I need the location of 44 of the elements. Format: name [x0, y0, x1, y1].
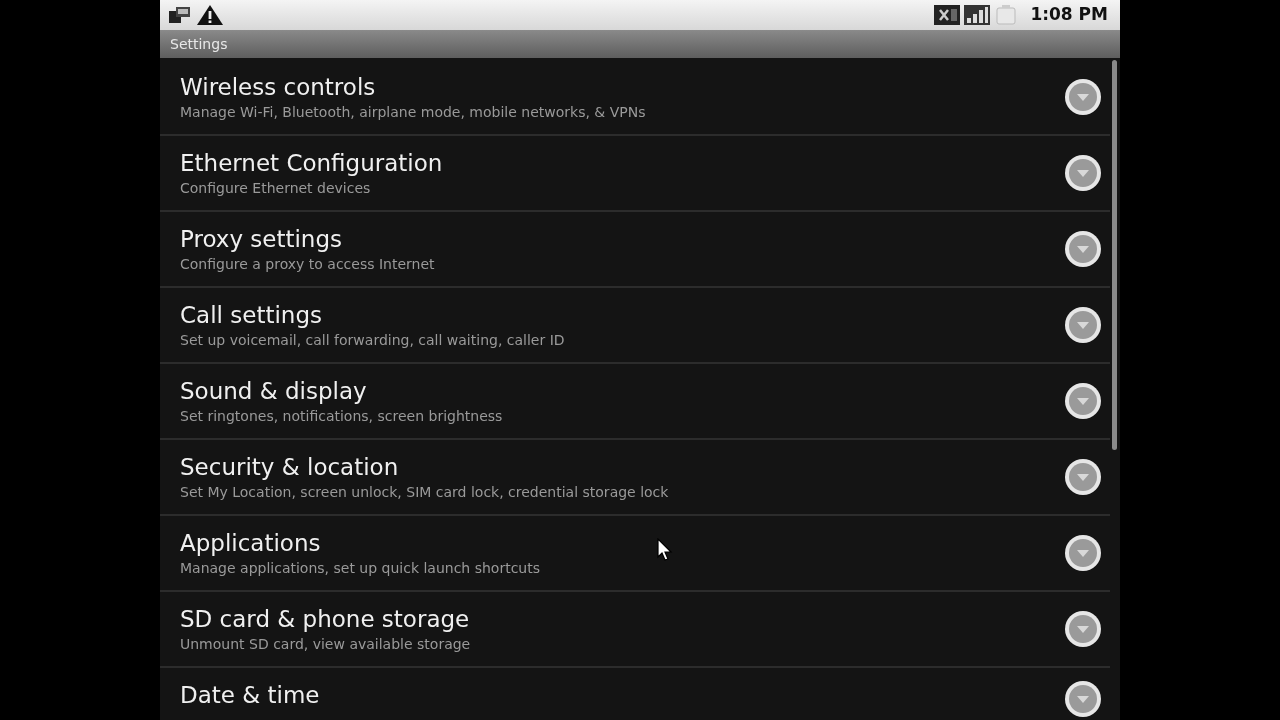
item-summary: Set up voicemail, call forwarding, call waiting, caller ID — [180, 331, 565, 350]
chevron-down-icon[interactable] — [1064, 382, 1102, 420]
item-title: Date & time — [180, 681, 320, 710]
settings-item[interactable]: Call settings Set up voicemail, call forwarding, call waiting, caller ID — [160, 288, 1110, 364]
chevron-down-icon[interactable] — [1064, 154, 1102, 192]
signal-icon — [964, 4, 991, 26]
chevron-down-icon[interactable] — [1064, 680, 1102, 718]
settings-item[interactable]: SD card & phone storage Unmount SD card, view available storage — [160, 592, 1110, 668]
no-sim-icon — [934, 4, 961, 26]
settings-item[interactable]: Security & location Set My Location, screen unlock, SIM card lock, credential storage lock — [160, 440, 1110, 516]
chevron-down-icon[interactable] — [1064, 230, 1102, 268]
item-summary: Manage Wi-Fi, Bluetooth, airplane mode, mobile networks, & VPNs — [180, 103, 646, 122]
item-title: Wireless controls — [180, 73, 376, 102]
settings-item[interactable]: Applications Manage applications, set up quick launch shortcuts — [160, 516, 1110, 592]
item-title: Security & location — [180, 453, 399, 482]
battery-icon — [994, 4, 1019, 26]
item-title: Call settings — [180, 301, 322, 330]
mouse-cursor-icon — [657, 538, 673, 562]
item-summary: Configure Ethernet devices — [180, 179, 371, 198]
notification-icon — [168, 5, 192, 25]
item-summary: Unmount SD card, view available storage — [180, 635, 471, 654]
settings-item[interactable]: Wireless controls Manage Wi-Fi, Bluetooth, airplane mode, mobile networks, & VPNs — [160, 60, 1110, 136]
item-title: Sound & display — [180, 377, 367, 406]
item-summary: Manage applications, set up quick launch shortcuts — [180, 559, 540, 578]
screen-title: Settings — [170, 34, 228, 54]
chevron-down-icon[interactable] — [1064, 78, 1102, 116]
item-title: SD card & phone storage — [180, 605, 470, 634]
settings-item[interactable]: Proxy settings Configure a proxy to access Internet — [160, 212, 1110, 288]
item-summary: Set My Location, screen unlock, SIM card lock, credential storage lock — [180, 483, 669, 502]
item-title: Applications — [180, 529, 321, 558]
settings-item[interactable]: Ethernet Configuration Configure Ethernet devices — [160, 136, 1110, 212]
settings-item[interactable]: Date & time — [160, 668, 1110, 720]
chevron-down-icon[interactable] — [1064, 458, 1102, 496]
item-title: Ethernet Configuration — [180, 149, 443, 178]
item-summary: Configure a proxy to access Internet — [180, 255, 435, 274]
item-summary: Set ringtones, notifications, screen brightness — [180, 407, 503, 426]
chevron-down-icon[interactable] — [1064, 306, 1102, 344]
clock-time: 1:08 PM — [1030, 3, 1108, 27]
chevron-down-icon[interactable] — [1064, 534, 1102, 572]
item-title: Proxy settings — [180, 225, 343, 254]
settings-item[interactable]: Sound & display Set ringtones, notifications, screen brightness — [160, 364, 1110, 440]
warning-icon — [196, 4, 224, 26]
chevron-down-icon[interactable] — [1064, 610, 1102, 648]
scrollbar[interactable] — [1112, 60, 1117, 450]
